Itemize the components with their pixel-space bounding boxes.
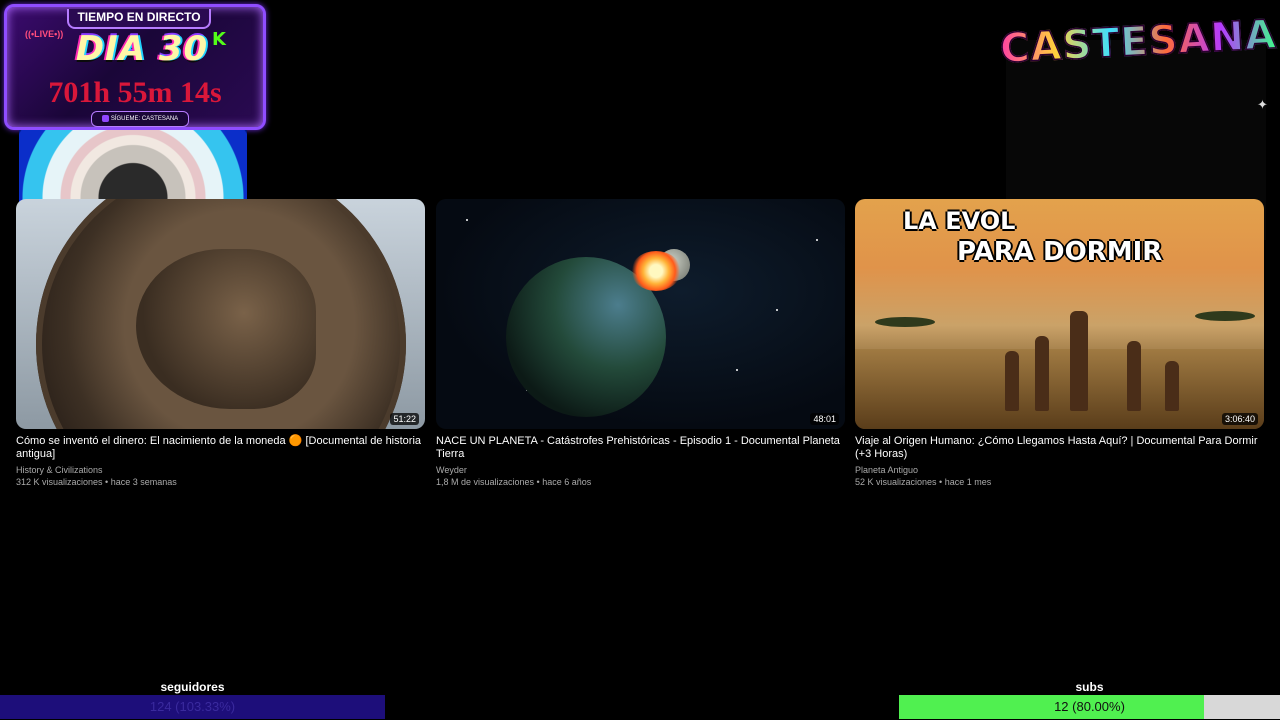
kick-icon: K: [212, 29, 226, 50]
follow-text: SÍGUEME: CASTESANA: [110, 116, 179, 122]
video-thumbnail[interactable]: 51:22: [16, 199, 425, 429]
thumbnail-caption: LA EVOL: [903, 207, 1016, 235]
video-duration: 51:22: [390, 413, 419, 425]
star: [816, 239, 818, 241]
savanna-ground: [855, 349, 1264, 429]
live-badge: ((•LIVE•)): [25, 29, 64, 39]
star: [776, 309, 778, 311]
video-channel[interactable]: Weyder: [436, 464, 845, 476]
thumbnail-caption: PARA DORMIR: [957, 237, 1163, 267]
video-card[interactable]: LA EVOL PARA DORMIR 3:06:40 Viaje al Ori…: [855, 199, 1264, 488]
star: [736, 369, 738, 371]
video-card[interactable]: 51:22 Cómo se inventó el dinero: El naci…: [16, 199, 425, 488]
video-thumbnail[interactable]: 48:01: [436, 199, 845, 429]
human-figure: [1165, 361, 1179, 411]
star: [466, 219, 468, 221]
sparkle-icon: ✦: [1257, 97, 1268, 112]
twitch-icon: [101, 114, 109, 122]
brand-logo-text: CASTESANA: [998, 11, 1278, 73]
followers-goal-label: seguidores: [160, 680, 225, 694]
video-meta: 312 K visualizaciones • hace 3 semanas: [16, 477, 177, 487]
human-figure: [1005, 351, 1019, 411]
video-channel[interactable]: History & Civilizations: [16, 464, 425, 476]
subs-goal-value: 12 (80.00%): [1054, 699, 1125, 714]
stream-timer-widget: TIEMPO EN DIRECTO ((•LIVE•)) DIA 30 K 70…: [4, 4, 266, 130]
video-meta: 1,8 M de visualizaciones • hace 6 años: [436, 477, 592, 487]
day-counter: DIA 30: [75, 29, 209, 69]
human-figure: [1035, 336, 1049, 411]
tree-graphic: [875, 317, 935, 327]
subs-goal-bar: 12 (80.00%): [899, 695, 1280, 719]
human-figure: [1127, 341, 1141, 411]
human-figure: [1070, 311, 1088, 411]
video-channel[interactable]: Planeta Antiguo: [855, 464, 1264, 476]
timer-header: TIEMPO EN DIRECTO: [67, 9, 211, 29]
video-duration: 48:01: [810, 413, 839, 425]
video-title[interactable]: Cómo se inventó el dinero: El nacimiento…: [16, 435, 425, 461]
followers-goal-bar: 124 (103.33%): [0, 695, 385, 719]
impact-graphic: [631, 251, 681, 291]
tree-graphic: [1195, 311, 1255, 321]
video-card[interactable]: 48:01 NACE UN PLANETA - Catástrofes Preh…: [436, 199, 845, 488]
brand-logo: CASTESANA: [998, 4, 1278, 80]
follow-tag: SÍGUEME: CASTESANA: [91, 111, 189, 127]
video-title[interactable]: Viaje al Origen Humano: ¿Cómo Llegamos H…: [855, 435, 1264, 461]
followers-goal-value: 124 (103.33%): [149, 699, 236, 714]
video-duration: 3:06:40: [1221, 413, 1258, 425]
video-meta: 52 K visualizaciones • hace 1 mes: [855, 477, 992, 487]
video-thumbnail[interactable]: LA EVOL PARA DORMIR 3:06:40: [855, 199, 1264, 429]
elapsed-time: 701h 55m 14s: [48, 76, 222, 109]
video-title[interactable]: NACE UN PLANETA - Catástrofes Prehistóri…: [436, 435, 845, 461]
subs-goal-label: subs: [1075, 680, 1104, 694]
